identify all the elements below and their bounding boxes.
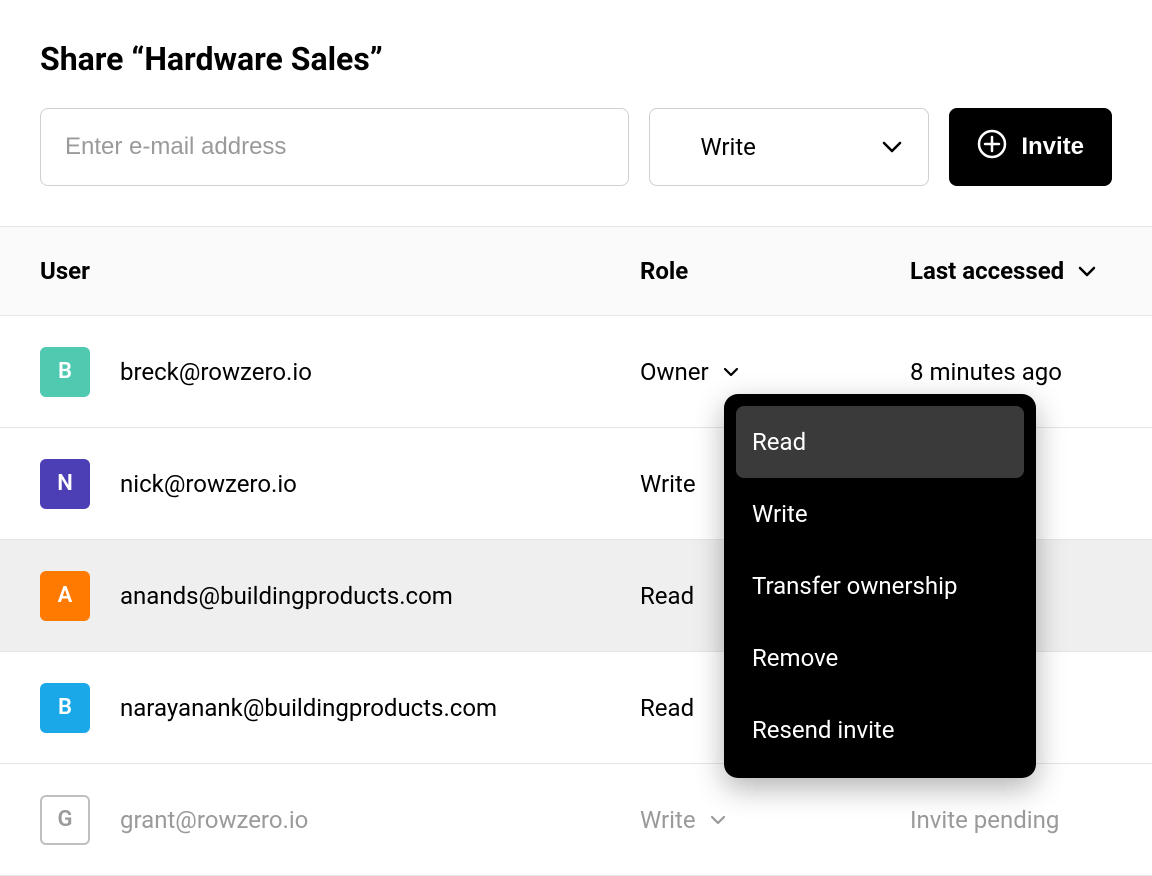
menu-item-resend-invite[interactable]: Resend invite bbox=[724, 694, 1036, 766]
invite-row: Write Invite bbox=[40, 108, 1112, 186]
invite-button[interactable]: Invite bbox=[949, 108, 1112, 186]
dialog-title: Share “Hardware Sales” bbox=[40, 40, 1112, 78]
chevron-down-icon bbox=[882, 141, 902, 153]
avatar: N bbox=[40, 459, 90, 509]
menu-item-transfer-ownership[interactable]: Transfer ownership bbox=[724, 550, 1036, 622]
user-cell: Bnarayanank@buildingproducts.com bbox=[40, 683, 640, 733]
menu-item-write[interactable]: Write bbox=[724, 478, 1036, 550]
role-dropdown-menu: ReadWriteTransfer ownershipRemoveResend … bbox=[724, 394, 1036, 778]
role-cell[interactable]: Owner bbox=[640, 358, 910, 386]
user-cell: Nnick@rowzero.io bbox=[40, 459, 640, 509]
role-label: Owner bbox=[640, 358, 709, 386]
header-user: User bbox=[40, 257, 640, 285]
header-last-label: Last accessed bbox=[910, 257, 1064, 285]
last-accessed-cell: 8 minutes ago bbox=[910, 358, 1112, 386]
avatar: G bbox=[40, 795, 90, 845]
user-email: nick@rowzero.io bbox=[120, 470, 297, 498]
menu-item-read[interactable]: Read bbox=[736, 406, 1024, 478]
user-cell: Aanands@buildingproducts.com bbox=[40, 571, 640, 621]
avatar: B bbox=[40, 683, 90, 733]
plus-circle-icon bbox=[977, 129, 1007, 166]
table-row: Ggrant@rowzero.ioWriteInvite pending bbox=[0, 764, 1152, 876]
avatar: B bbox=[40, 347, 90, 397]
user-email: anands@buildingproducts.com bbox=[120, 582, 453, 610]
user-email: narayanank@buildingproducts.com bbox=[120, 694, 497, 722]
header-role: Role bbox=[640, 257, 910, 285]
user-cell: Ggrant@rowzero.io bbox=[40, 795, 640, 845]
last-accessed-cell: Invite pending bbox=[910, 806, 1112, 834]
role-label: Read bbox=[640, 582, 694, 610]
last-accessed-value: 8 minutes ago bbox=[910, 358, 1062, 386]
role-label: Write bbox=[640, 806, 696, 834]
avatar: A bbox=[40, 571, 90, 621]
last-accessed-value: Invite pending bbox=[910, 806, 1059, 834]
user-cell: Bbreck@rowzero.io bbox=[40, 347, 640, 397]
chevron-down-icon bbox=[710, 815, 726, 825]
menu-item-remove[interactable]: Remove bbox=[724, 622, 1036, 694]
permission-select[interactable]: Write bbox=[649, 108, 929, 186]
chevron-down-icon bbox=[723, 367, 739, 377]
role-label: Read bbox=[640, 694, 694, 722]
header-last-accessed[interactable]: Last accessed bbox=[910, 257, 1112, 285]
chevron-down-icon bbox=[1078, 266, 1096, 277]
user-email: grant@rowzero.io bbox=[120, 806, 308, 834]
permission-select-value: Write bbox=[700, 133, 756, 161]
user-email: breck@rowzero.io bbox=[120, 358, 312, 386]
table-header: User Role Last accessed bbox=[0, 226, 1152, 316]
role-label: Write bbox=[640, 470, 696, 498]
email-input[interactable] bbox=[40, 108, 629, 186]
invite-button-label: Invite bbox=[1021, 133, 1084, 161]
role-cell[interactable]: Write bbox=[640, 806, 910, 834]
